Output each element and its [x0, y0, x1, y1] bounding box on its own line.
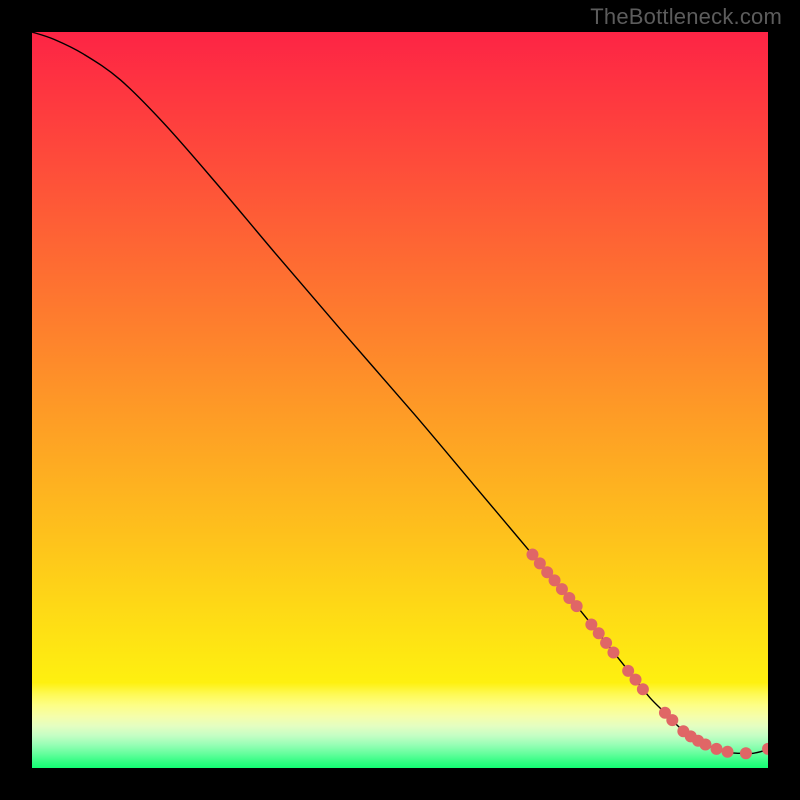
data-point: [630, 674, 642, 686]
data-point: [600, 637, 612, 649]
data-point: [740, 747, 752, 759]
data-point: [637, 683, 649, 695]
plot-area: [32, 32, 768, 768]
data-point: [666, 714, 678, 726]
watermark-text: TheBottleneck.com: [590, 4, 782, 30]
gradient-background: [32, 32, 768, 768]
data-point: [593, 627, 605, 639]
data-point: [607, 646, 619, 658]
data-point: [699, 738, 711, 750]
chart-svg: [32, 32, 768, 768]
chart-frame: TheBottleneck.com: [0, 0, 800, 800]
data-point: [722, 746, 734, 758]
data-point: [571, 600, 583, 612]
data-point: [710, 743, 722, 755]
